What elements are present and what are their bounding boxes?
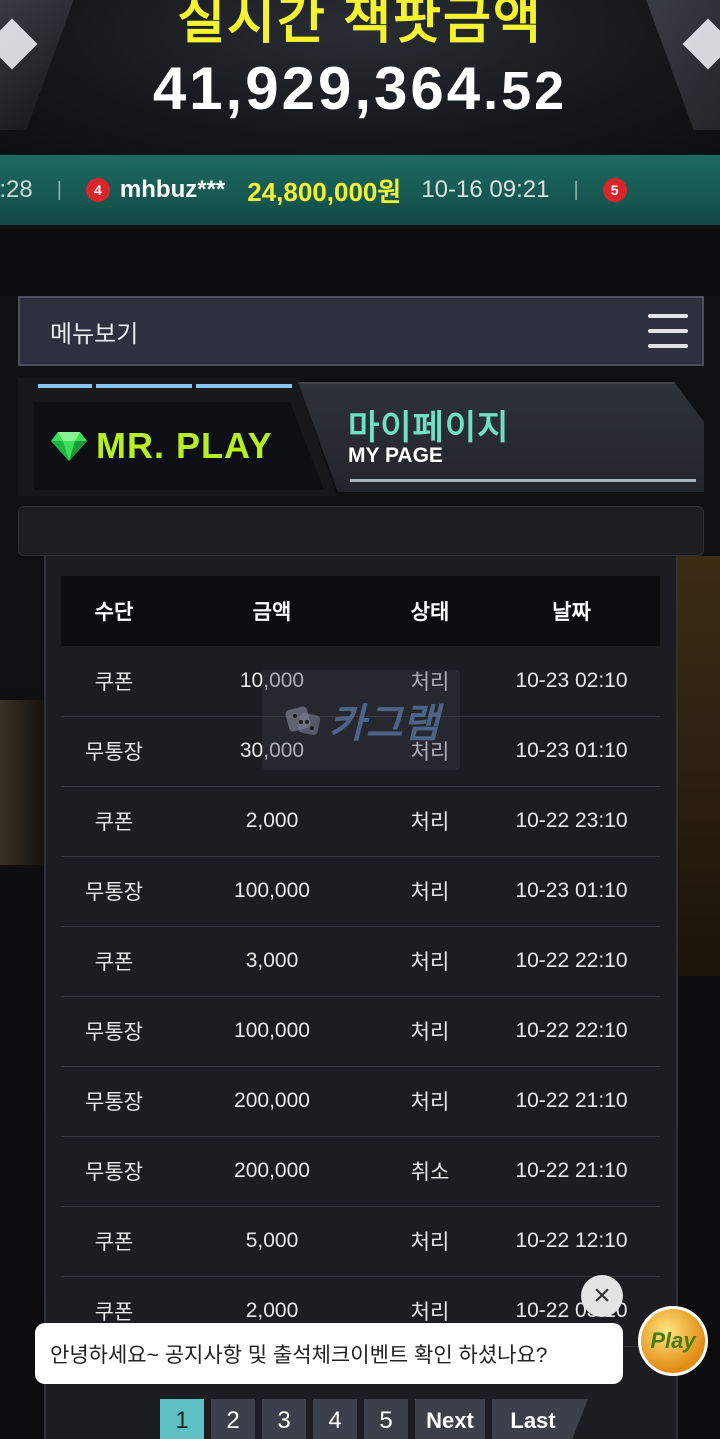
- ticker-separator: |: [56, 178, 62, 201]
- jackpot-banner: 실시간 잭팟금액 41,929,364.52: [0, 0, 720, 155]
- table-row: 무통장 200,000 처리 10-22 21:10: [61, 1066, 660, 1137]
- menu-label: 메뉴보기: [50, 320, 139, 348]
- page-header: MR. PLAY 마이페이지 MY PAGE: [18, 378, 704, 496]
- cell-date: 10-22 22:10: [483, 926, 660, 997]
- title-underline: [350, 479, 696, 482]
- watermark-logo: 카그램: [262, 670, 460, 770]
- cell-amount: 5,000: [167, 1206, 377, 1277]
- cell-method: 쿠폰: [61, 786, 167, 857]
- ticker-separator: |: [573, 178, 579, 201]
- cell-date: 10-22 22:10: [483, 996, 660, 1067]
- winner-ticker: 2:28 | 4 mhbuz*** 24,800,000원 10-16 09:2…: [0, 155, 720, 225]
- cell-status: 취소: [377, 1136, 483, 1207]
- table-row: 쿠폰 5,000 처리 10-22 12:10: [61, 1206, 660, 1277]
- cell-method: 무통장: [61, 856, 167, 927]
- page-5-button[interactable]: 5: [364, 1399, 408, 1439]
- pagination: 1 2 3 4 5 Next Last: [160, 1399, 588, 1439]
- dice-icon: [285, 706, 320, 736]
- table-row: 무통장 200,000 취소 10-22 21:10: [61, 1136, 660, 1207]
- cell-method: 무통장: [61, 1136, 167, 1207]
- rank-badge: 4: [85, 178, 110, 202]
- cell-status: 처리: [377, 786, 483, 857]
- brand-decoration-bars: [38, 384, 292, 388]
- table-row: 무통장 100,000 처리 10-22 22:10: [61, 996, 660, 1067]
- cell-method: 무통장: [61, 996, 167, 1067]
- table-row: 무통장 100,000 처리 10-23 01:10: [61, 856, 660, 927]
- table-header-row: 수단 금액 상태 날짜: [61, 576, 660, 646]
- brand-panel: MR. PLAY: [18, 378, 336, 496]
- column-header-method: 수단: [61, 576, 167, 646]
- cell-amount: 100,000: [167, 856, 377, 927]
- cell-date: 10-23 01:10: [483, 856, 660, 927]
- last-page-button[interactable]: Last: [492, 1399, 588, 1439]
- jackpot-amount: 41,929,364.52: [0, 54, 720, 123]
- brand-logo[interactable]: MR. PLAY: [34, 402, 324, 490]
- jackpot-title: 실시간 잭팟금액: [177, 0, 543, 50]
- page-4-button[interactable]: 4: [313, 1399, 357, 1439]
- gem-icon: [51, 432, 87, 461]
- cell-date: 10-22 23:10: [483, 786, 660, 857]
- table-row: 쿠폰 2,000 처리 10-22 23:10: [61, 786, 660, 857]
- page-title: 마이페이지: [348, 409, 510, 447]
- cell-date: 10-22 12:10: [483, 1206, 660, 1277]
- chat-avatar[interactable]: Play: [638, 1306, 708, 1376]
- cell-amount: 200,000: [167, 1066, 377, 1137]
- cell-amount: 2,000: [167, 786, 377, 857]
- next-page-button[interactable]: Next: [415, 1399, 485, 1439]
- watermark-text: 카그램: [328, 702, 440, 746]
- page-title-panel: 마이페이지 MY PAGE: [298, 382, 704, 492]
- hamburger-menu-icon[interactable]: [648, 314, 688, 348]
- page-2-button[interactable]: 2: [211, 1399, 255, 1439]
- cell-status: 처리: [377, 1206, 483, 1277]
- jackpot-amount-main: 41,929,364: [152, 55, 484, 122]
- close-icon[interactable]: ×: [581, 1275, 623, 1317]
- ticker-entry: 4 mhbuz*** 24,800,000원 10-16 09:21: [85, 172, 550, 209]
- cell-amount: 100,000: [167, 996, 377, 1067]
- rank-badge: 5: [602, 178, 627, 202]
- cell-date: 10-23 02:10: [483, 646, 660, 717]
- background-figure: [0, 700, 44, 865]
- cell-status: 처리: [377, 926, 483, 997]
- column-header-status: 상태: [377, 576, 483, 646]
- cell-amount: 3,000: [167, 926, 377, 997]
- ticker-time: 10-16 09:21: [421, 176, 550, 203]
- cell-method: 쿠폰: [61, 646, 167, 717]
- cell-date: 10-22 21:10: [483, 1066, 660, 1137]
- menu-bar[interactable]: 메뉴보기: [18, 296, 704, 366]
- cell-method: 무통장: [61, 1066, 167, 1137]
- background-lights: [678, 556, 720, 976]
- cell-method: 쿠폰: [61, 926, 167, 997]
- column-header-amount: 금액: [167, 576, 377, 646]
- page-subtitle: MY PAGE: [348, 444, 443, 467]
- cell-status: 처리: [377, 996, 483, 1067]
- cell-method: 무통장: [61, 716, 167, 787]
- table-row: 쿠폰 3,000 처리 10-22 22:10: [61, 926, 660, 997]
- column-header-date: 날짜: [483, 576, 660, 646]
- ticker-prev-time: 2:28: [0, 176, 33, 203]
- ticker-amount: 24,800,000원: [247, 176, 402, 207]
- cell-status: 처리: [377, 856, 483, 927]
- page-1-button[interactable]: 1: [160, 1399, 204, 1439]
- ticker-user: mhbuz***: [119, 176, 226, 203]
- cell-amount: 200,000: [167, 1136, 377, 1207]
- jackpot-amount-decimal: .52: [483, 61, 568, 121]
- brand-name: MR. PLAY: [96, 425, 273, 466]
- cell-date: 10-22 21:10: [483, 1136, 660, 1207]
- sub-navigation-bar: [18, 506, 704, 556]
- cell-status: 처리: [377, 1066, 483, 1137]
- cell-method: 쿠폰: [61, 1206, 167, 1277]
- cell-date: 10-23 01:10: [483, 716, 660, 787]
- page-3-button[interactable]: 3: [262, 1399, 306, 1439]
- chat-message-bubble[interactable]: 안녕하세요~ 공지사항 및 출석체크이벤트 확인 하셨나요?: [35, 1323, 623, 1384]
